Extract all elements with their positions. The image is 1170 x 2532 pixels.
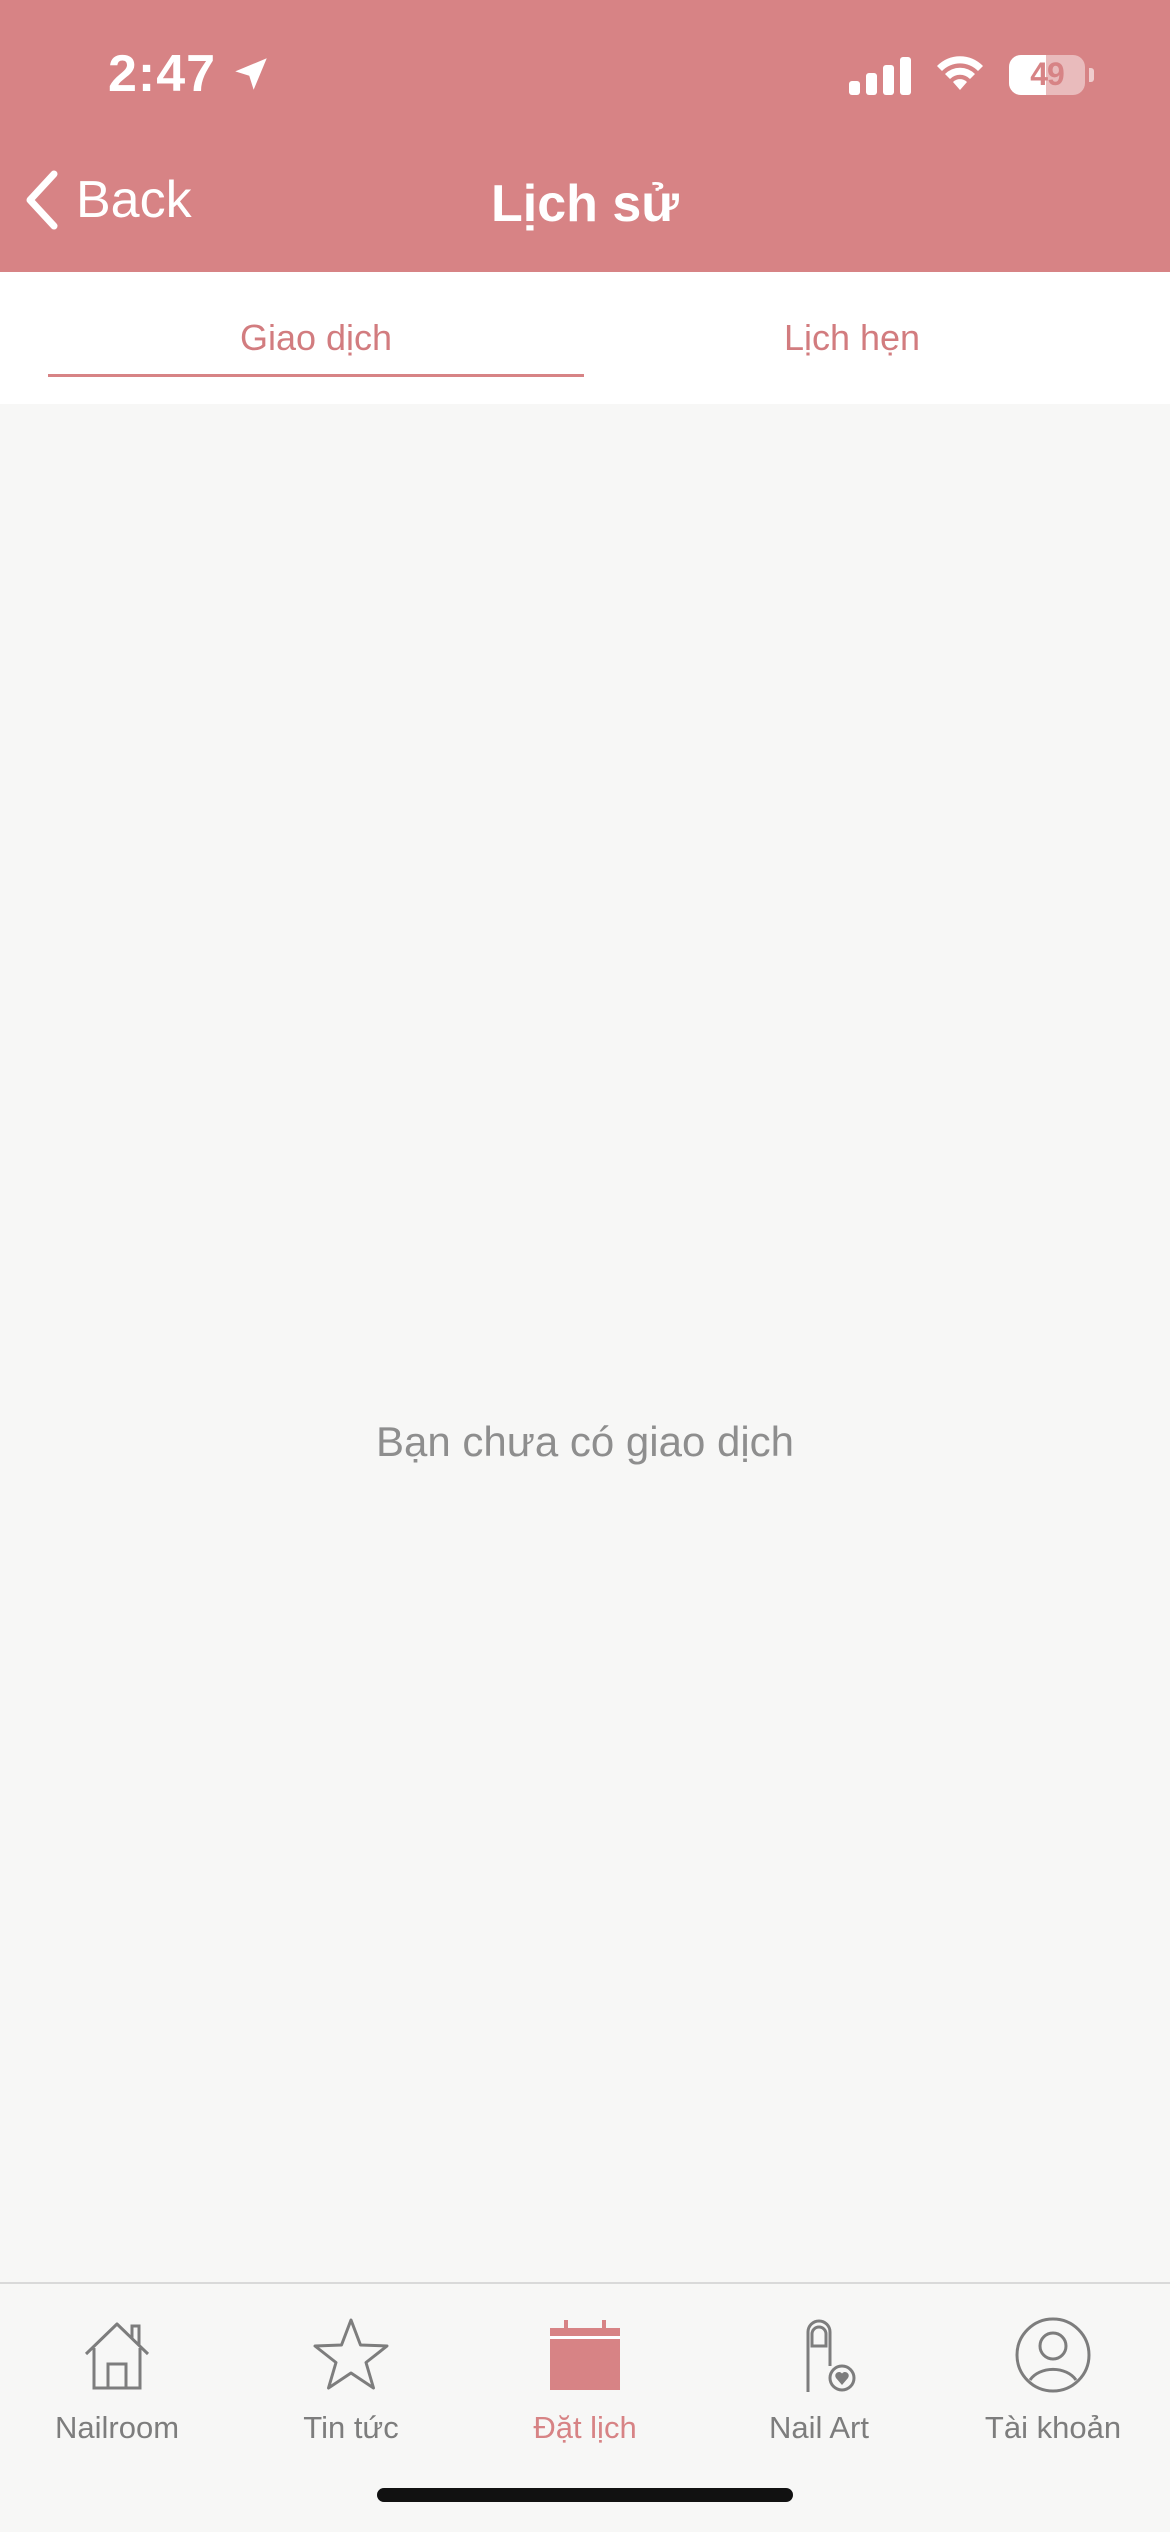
- clock-text: 2:47: [108, 45, 217, 103]
- home-icon: [84, 2322, 150, 2390]
- tabbar-item-tai-khoan[interactable]: Tài khoản: [936, 2298, 1170, 2448]
- header: 2:47 49 Back Lịch sử: [0, 0, 1170, 272]
- tab-label: Lịch hẹn: [783, 317, 921, 358]
- tab-label: Giao dịch: [239, 317, 393, 358]
- star-icon: [313, 2318, 389, 2390]
- home-indicator[interactable]: [377, 2488, 793, 2502]
- tabbar-label: Nail Art: [769, 2410, 869, 2445]
- battery-icon: 49: [1009, 54, 1085, 95]
- tab-lich-hen[interactable]: Lịch hẹn: [584, 272, 1120, 404]
- tabbar-item-nail-art[interactable]: Nail Art: [702, 2298, 936, 2448]
- cellular-signal-icon: [849, 55, 911, 95]
- tabbar-label: Tin tức: [303, 2410, 399, 2445]
- location-arrow-icon: [235, 58, 267, 90]
- battery-cap: [1089, 67, 1094, 82]
- calendar-icon: [550, 2320, 620, 2390]
- empty-state-message: Bạn chưa có giao dịch: [375, 1418, 795, 1465]
- segment-tabs: Giao dịch Lịch hẹn: [0, 272, 1170, 404]
- tabbar-item-nailroom[interactable]: Nailroom: [0, 2298, 234, 2448]
- tabbar-label: Tài khoản: [984, 2410, 1122, 2445]
- tabbar-item-dat-lich[interactable]: Đặt lịch: [468, 2298, 702, 2448]
- tab-giao-dich[interactable]: Giao dịch: [48, 272, 584, 404]
- status-bar-time: 2:47: [108, 44, 272, 104]
- active-tab-indicator: [48, 374, 584, 377]
- wifi-icon: [933, 52, 987, 97]
- tabbar-label: Đặt lịch: [533, 2410, 637, 2445]
- user-icon: [1015, 2317, 1091, 2393]
- tabbar-label: Nailroom: [54, 2410, 180, 2445]
- tabbar-item-tin-tuc[interactable]: Tin tức: [234, 2298, 468, 2448]
- page-title: Lịch sử: [491, 175, 679, 233]
- nail-icon: [806, 2319, 856, 2392]
- status-bar-indicators: 49: [849, 52, 1094, 97]
- battery-level: 49: [1030, 56, 1065, 92]
- screen: 2:47 49 Back Lịch sử Giao dịch Lịch hẹn …: [0, 0, 1170, 2532]
